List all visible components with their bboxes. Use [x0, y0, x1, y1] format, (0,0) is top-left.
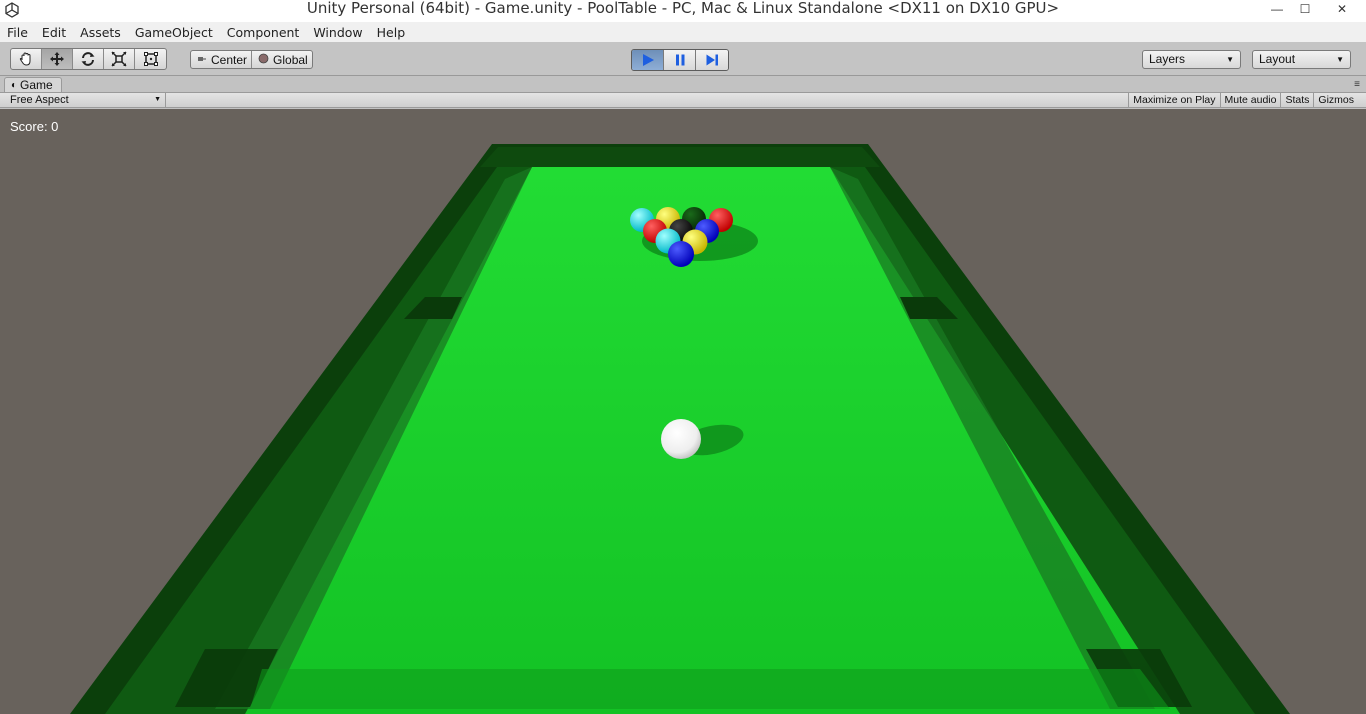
title-bar: Unity Personal (64bit) - Game.unity - Po…: [0, 0, 1366, 22]
hand-tool-button[interactable]: [11, 49, 42, 69]
tab-game[interactable]: ◐ Game: [4, 77, 62, 92]
pivot-mode-label: Center: [211, 52, 248, 67]
game-view-toolbar: Free Aspect ▼ Maximize on Play Mute audi…: [0, 92, 1366, 108]
menu-edit[interactable]: Edit: [42, 25, 66, 40]
play-icon: [642, 54, 654, 66]
felt-shadow: [250, 669, 1170, 709]
pivot-center-icon: [197, 53, 207, 67]
chevron-down-icon: ▼: [1226, 55, 1234, 64]
pivot-rotation-label: Global: [273, 52, 308, 67]
rect-tool-button[interactable]: [135, 49, 166, 69]
menu-window[interactable]: Window: [313, 25, 362, 40]
move-tool-icon: [50, 52, 64, 66]
close-button[interactable]: ✕: [1318, 0, 1366, 18]
aspect-dropdown[interactable]: Free Aspect ▼: [6, 93, 166, 108]
game-controller-icon: ◐: [11, 79, 18, 91]
minimize-button[interactable]: —: [1262, 0, 1292, 18]
game-view[interactable]: Score: 0: [0, 109, 1366, 714]
layers-label: Layers: [1149, 52, 1186, 66]
menu-file[interactable]: File: [7, 25, 28, 40]
menu-gameobject[interactable]: GameObject: [135, 25, 213, 40]
pivot-toggles: Center Global: [190, 50, 313, 69]
menu-bar: File Edit Assets GameObject Component Wi…: [0, 22, 1366, 42]
window-title: Unity Personal (64bit) - Game.unity - Po…: [306, 0, 1060, 17]
rotate-tool-icon: [81, 52, 95, 66]
stats-toggle[interactable]: Stats: [1280, 93, 1313, 108]
layout-label: Layout: [1259, 52, 1296, 66]
scale-tool-button[interactable]: [104, 49, 135, 69]
ball-blue: [668, 241, 694, 267]
play-button[interactable]: [632, 50, 664, 70]
main-toolbar: Center Global Layers ▼ Layout ▼: [0, 42, 1366, 76]
score-label: Score: 0: [10, 119, 59, 134]
table-rail-top: [480, 147, 880, 167]
chevron-down-icon: ▼: [154, 96, 161, 103]
maximize-on-play-toggle[interactable]: Maximize on Play: [1128, 93, 1219, 108]
cue-ball: [661, 419, 701, 459]
menu-component[interactable]: Component: [227, 25, 300, 40]
layout-dropdown[interactable]: Layout ▼: [1252, 50, 1351, 69]
step-icon: [706, 54, 718, 66]
pivot-mode-button[interactable]: Center: [191, 51, 253, 68]
pause-icon: [675, 54, 684, 66]
maximize-button[interactable]: ☐: [1290, 0, 1320, 18]
globe-icon: [258, 53, 269, 67]
chevron-down-icon: ▼: [1336, 55, 1344, 64]
pause-button[interactable]: [664, 50, 696, 70]
scale-tool-icon: [111, 51, 127, 67]
game-panel-tabbar: ◐ Game ≡: [0, 77, 1366, 92]
mute-audio-toggle[interactable]: Mute audio: [1219, 93, 1281, 108]
gizmos-dropdown[interactable]: Gizmos: [1313, 93, 1358, 108]
rect-tool-icon: [143, 52, 158, 66]
hand-tool-icon: [19, 52, 31, 66]
step-button[interactable]: [696, 50, 728, 70]
layers-dropdown[interactable]: Layers ▼: [1142, 50, 1241, 69]
menu-help[interactable]: Help: [377, 25, 406, 40]
transform-tools: [10, 48, 167, 70]
move-tool-button[interactable]: [42, 49, 73, 69]
menu-assets[interactable]: Assets: [80, 25, 121, 40]
panel-menu-icon[interactable]: ≡: [1354, 79, 1360, 90]
rotate-tool-button[interactable]: [73, 49, 104, 69]
tab-game-label: Game: [20, 78, 53, 92]
pivot-rotation-button[interactable]: Global: [252, 51, 312, 68]
game-view-toggles: Maximize on Play Mute audio Stats Gizmos: [1128, 93, 1358, 108]
aspect-label: Free Aspect: [10, 94, 69, 106]
playback-controls: [631, 49, 729, 71]
pool-table-scene: [70, 144, 1290, 714]
